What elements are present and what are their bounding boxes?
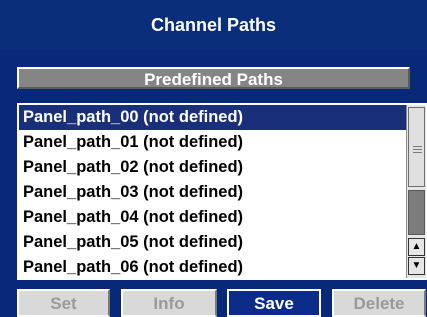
- list-item[interactable]: Panel_path_04 (not defined): [19, 205, 407, 230]
- window-title: Channel Paths: [0, 0, 427, 51]
- scroll-up-button[interactable]: ▲: [408, 238, 425, 256]
- triangle-down-icon: ▼: [411, 260, 422, 271]
- grip-line: [413, 152, 422, 153]
- list-item[interactable]: Panel_path_06 (not defined): [19, 255, 407, 278]
- scrollbar-thumb[interactable]: [408, 107, 425, 187]
- list-item[interactable]: Panel_path_00 (not defined): [19, 105, 407, 130]
- triangle-up-icon: ▲: [411, 241, 422, 252]
- save-button[interactable]: Save: [227, 289, 321, 317]
- list-item[interactable]: Panel_path_01 (not defined): [19, 130, 407, 155]
- delete-button[interactable]: Delete: [332, 289, 426, 317]
- set-button[interactable]: Set: [17, 289, 110, 317]
- vertical-scrollbar[interactable]: ▲ ▼: [406, 105, 426, 278]
- paths-listbox[interactable]: Panel_path_00 (not defined) Panel_path_0…: [17, 103, 427, 280]
- info-button[interactable]: Info: [121, 289, 217, 317]
- scrollbar-track[interactable]: [408, 190, 425, 235]
- grip-line: [413, 146, 422, 147]
- list-item[interactable]: Panel_path_05 (not defined): [19, 230, 407, 255]
- paths-list[interactable]: Panel_path_00 (not defined) Panel_path_0…: [19, 105, 407, 278]
- scroll-down-button[interactable]: ▼: [408, 257, 425, 275]
- list-item[interactable]: Panel_path_02 (not defined): [19, 155, 407, 180]
- grip-line: [413, 149, 422, 150]
- list-item[interactable]: Panel_path_03 (not defined): [19, 180, 407, 205]
- section-header-predefined-paths: Predefined Paths: [17, 67, 410, 89]
